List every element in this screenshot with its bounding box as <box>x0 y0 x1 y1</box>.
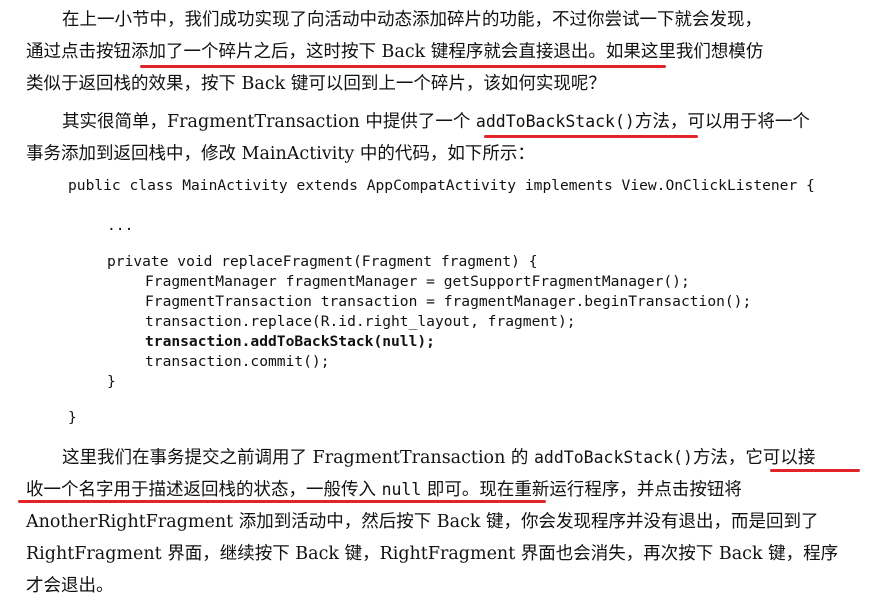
para3-line3: AnotherRightFragment 添加到活动中，然后按下 Back 键，… <box>26 512 819 532</box>
code-line-4: FragmentManager fragmentManager = getSup… <box>145 273 690 290</box>
para3-line5: 才会退出。 <box>26 576 114 596</box>
code-line-1: public class MainActivity extends AppCom… <box>68 177 815 194</box>
para2-inline-code: addToBackStack() <box>475 112 635 131</box>
para2-line1-text-a: 其实很简单，FragmentTransaction 中提供了一个 <box>62 112 476 132</box>
code-line-10: } <box>68 409 77 426</box>
code-line-7: transaction.addToBackStack(null); <box>145 333 435 350</box>
annotation-underline-2 <box>484 135 698 138</box>
annotation-underline-1 <box>140 65 666 68</box>
code-line-3: private void replaceFragment(Fragment fr… <box>107 253 538 270</box>
para3-line4: RightFragment 界面，继续按下 Back 键，RightFragme… <box>26 544 839 564</box>
code-line-8: transaction.commit(); <box>145 353 330 370</box>
para2-line2: 事务添加到返回栈中，修改 MainActivity 中的代码，如下所示： <box>26 144 535 164</box>
para1-line3: 类似于返回栈的效果，按下 Back 键可以回到上一个碎片，该如何实现呢？ <box>26 74 606 94</box>
code-line-5: FragmentTransaction transaction = fragme… <box>145 293 752 310</box>
para3-inline-null: null <box>381 480 422 499</box>
para2-line1-text-b: 方法，可以用于将一个 <box>634 112 810 132</box>
para3-inline-code: addToBackStack() <box>533 448 693 467</box>
para3-line2-text-a: 收一个名字用于描述返回栈的状态，一般传入 <box>26 480 382 500</box>
para2-line1: 其实很简单，FragmentTransaction 中提供了一个 addToBa… <box>62 110 810 134</box>
code-line-2: ... <box>107 217 134 234</box>
para1-line2: 通过点击按钮添加了一个碎片之后，这时按下 Back 键程序就会直接退出。如果这里… <box>26 42 764 62</box>
code-line-9: } <box>107 373 116 390</box>
para3-line1-text-b: 方法，它可以接 <box>692 448 816 468</box>
para1-line1: 在上一小节中，我们成功实现了向活动中动态添加碎片的功能，不过你尝试一下就会发现， <box>62 10 762 30</box>
para3-line1-text-a: 这里我们在事务提交之前调用了 FragmentTransaction 的 <box>62 448 534 468</box>
code-line-6: transaction.replace(R.id.right_layout, f… <box>145 313 576 330</box>
para3-line2: 收一个名字用于描述返回栈的状态，一般传入 null 即可。现在重新运行程序，并点… <box>26 478 742 502</box>
para3-line2-text-b: 即可。现在重新运行程序，并点击按钮将 <box>421 480 742 500</box>
annotation-underline-3 <box>770 469 860 472</box>
para3-line1: 这里我们在事务提交之前调用了 FragmentTransaction 的 add… <box>62 446 815 470</box>
annotation-underline-4 <box>18 500 546 503</box>
book-page: 在上一小节中，我们成功实现了向活动中动态添加碎片的功能，不过你尝试一下就会发现，… <box>0 0 884 604</box>
